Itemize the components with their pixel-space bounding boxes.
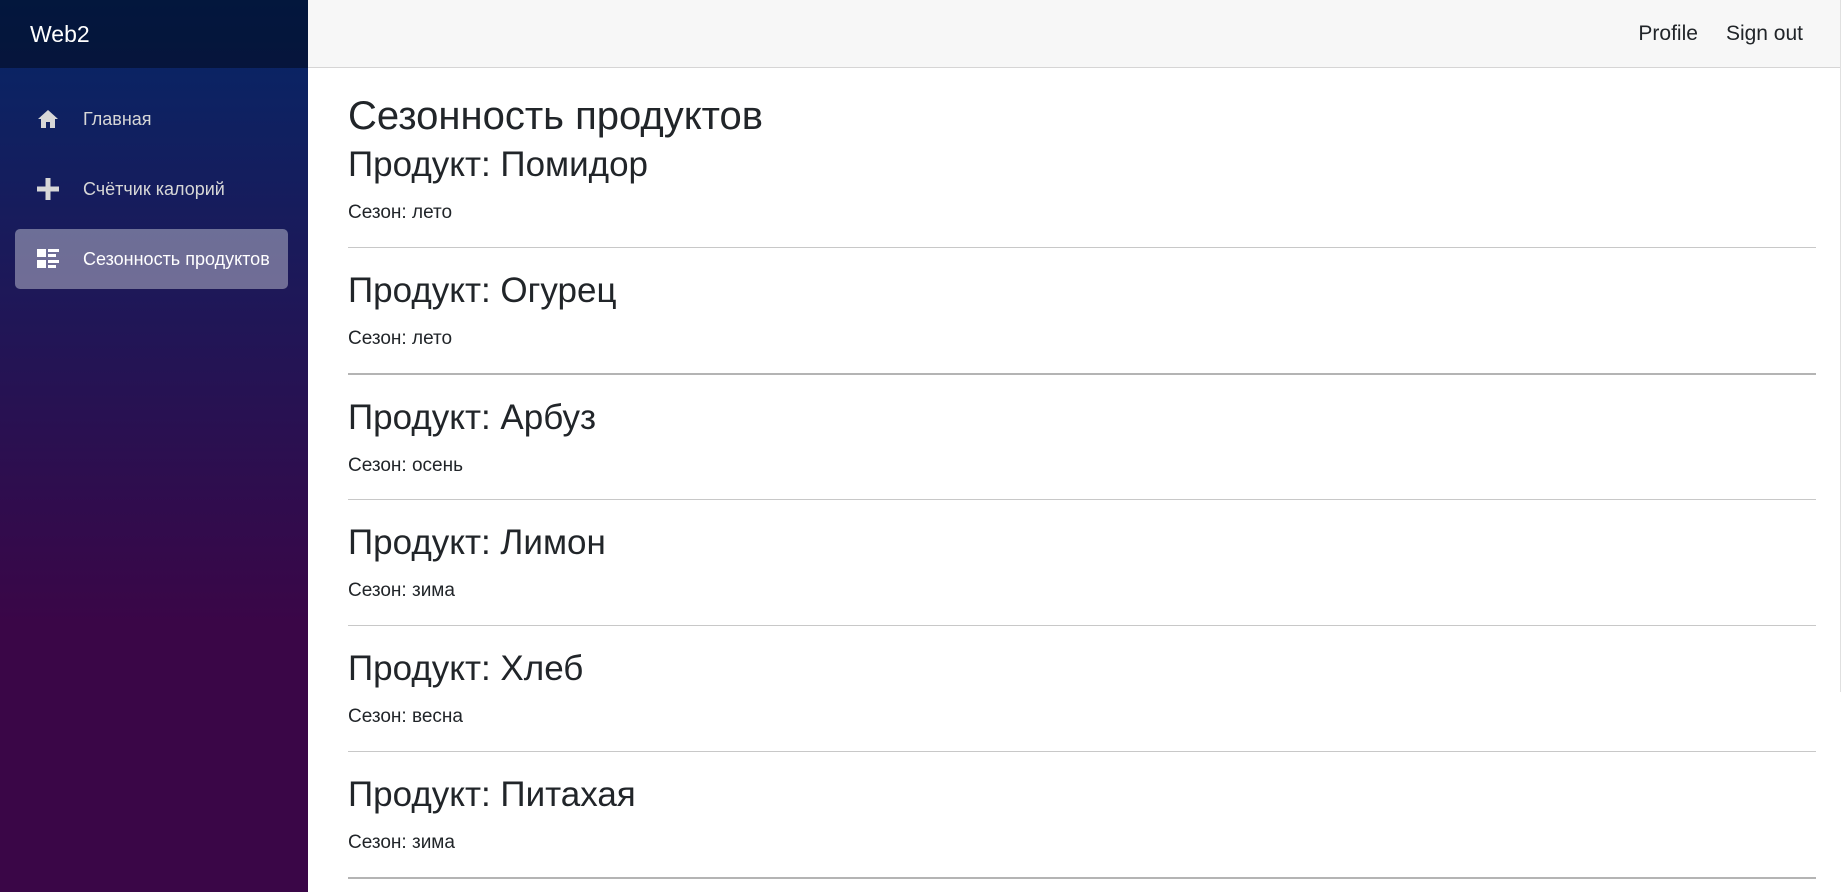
page-title: Сезонность продуктов (348, 94, 764, 138)
product-season: Сезон: зима (348, 580, 455, 602)
product-season: Сезон: зима (348, 831, 455, 853)
top-bar: Profile Sign out (308, 0, 1848, 68)
product-name: Продукт: Лимон (348, 523, 606, 563)
product-season: Сезон: осень (348, 454, 464, 476)
product-name: Продукт: Огурец (348, 270, 617, 310)
scrollbar[interactable] (1840, 0, 1848, 692)
list-rich-icon (35, 246, 61, 272)
product-item: Продукт: Огурец Сезон: лето (348, 270, 1816, 375)
page-content: Сезонность продуктов Продукт: Помидор Се… (308, 68, 1848, 879)
brand-link[interactable]: Web2 (30, 21, 90, 48)
product-name: Продукт: Питахая (348, 774, 636, 814)
product-item: Продукт: Арбуз Сезон: осень (348, 397, 1816, 501)
product-name: Продукт: Арбуз (348, 397, 597, 437)
sidebar-item-seasonality-wrapper: Сезонность продуктов (0, 224, 308, 294)
home-icon (35, 106, 61, 132)
sidebar: Web2 Главная Счётчик калорий Сезонность … (0, 0, 308, 892)
product-item: Продукт: Лимон Сезон: зима (348, 522, 1816, 627)
app-root: Web2 Главная Счётчик калорий Сезонность … (0, 0, 1848, 892)
product-item: Продукт: Хлеб Сезон: весна (348, 648, 1816, 752)
sidebar-item-calories[interactable]: Счётчик калорий (15, 159, 288, 219)
sidebar-item-home[interactable]: Главная (15, 89, 288, 149)
sidebar-item-label: Главная (83, 108, 152, 129)
profile-link[interactable]: Profile (1638, 22, 1698, 46)
product-name: Продукт: Хлеб (348, 649, 584, 689)
sidebar-item-label: Сезонность продуктов (83, 248, 270, 269)
brand-bar: Web2 (0, 0, 308, 68)
sidebar-nav: Главная Счётчик калорий Сезонность проду… (0, 68, 308, 294)
sidebar-item-calories-wrapper: Счётчик калорий (0, 154, 308, 224)
plus-icon (35, 176, 61, 202)
product-season: Сезон: лето (348, 327, 453, 349)
product-season: Сезон: весна (348, 706, 463, 728)
product-name: Продукт: Помидор (348, 145, 649, 184)
product-item: Продукт: Питахая Сезон: зима (348, 774, 1816, 879)
main-area: Profile Sign out Сезонность продуктов Пр… (308, 0, 1848, 892)
product-item: Продукт: Помидор Сезон: лето (348, 144, 1816, 248)
sidebar-item-seasonality[interactable]: Сезонность продуктов (15, 229, 288, 289)
sign-out-link[interactable]: Sign out (1726, 22, 1803, 46)
sidebar-item-label: Счётчик калорий (83, 178, 225, 199)
product-season: Сезон: лето (348, 202, 453, 223)
sidebar-item-home-wrapper: Главная (0, 84, 308, 154)
